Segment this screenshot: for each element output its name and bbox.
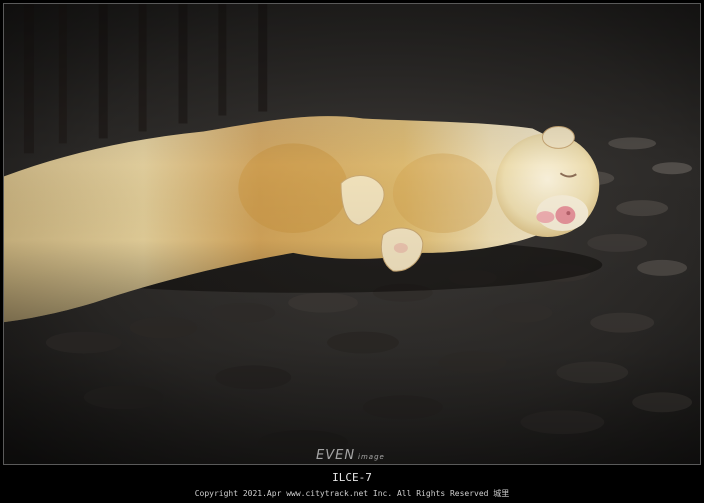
copyright-line: Copyright 2021.Apr www.citytrack.net Inc…	[194, 489, 510, 498]
vignette	[4, 4, 700, 464]
ferret-photo-illustration	[4, 4, 700, 464]
camera-caption: ILCE-7	[332, 471, 372, 484]
photo-frame: EVEN image ILCE-7 Copyright 2021.Apr www.…	[0, 0, 704, 503]
watermark-main: EVEN	[316, 448, 356, 463]
watermark-logo: EVEN image	[316, 444, 385, 463]
watermark-sub: image	[358, 453, 385, 461]
ferret-photo	[3, 3, 701, 465]
